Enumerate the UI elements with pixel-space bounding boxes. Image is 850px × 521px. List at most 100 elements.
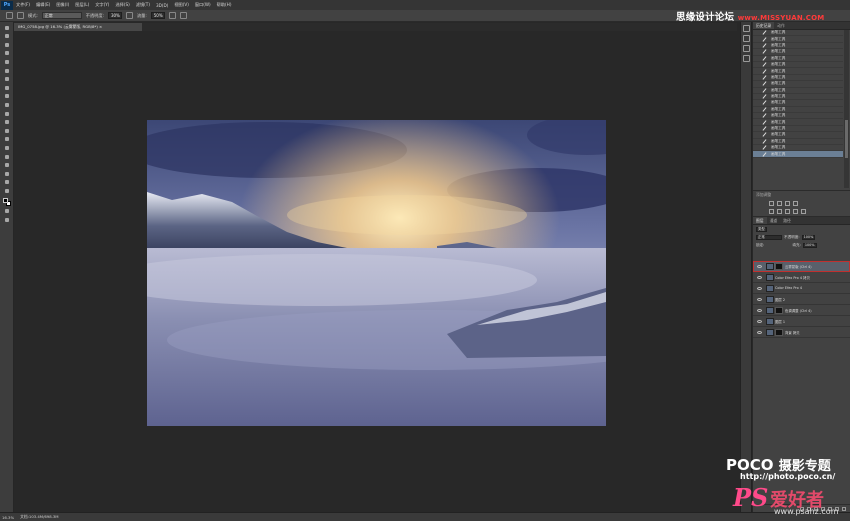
marquee-tool-icon[interactable] [3,33,11,39]
shape-tool-icon[interactable] [3,171,11,177]
pen-tool-icon[interactable] [3,145,11,151]
black-white-adjust-icon[interactable] [793,209,798,214]
brush-panel-icon[interactable] [17,12,24,19]
menu-image[interactable]: 图像(I) [53,2,72,8]
layer-thumbnail [766,262,774,270]
crop-tool-icon[interactable] [3,59,11,65]
menu-layer[interactable]: 图层(L) [72,2,92,8]
tab-paths[interactable]: 路径 [780,217,794,224]
document-tab[interactable]: IMG_0758.jpg @ 16.3% (云雾蒙版, RGB/8*) × [14,23,142,31]
layer-row[interactable]: 背景 拷贝 [753,327,850,338]
eraser-tool-icon[interactable] [3,111,11,117]
brush-tool-icon[interactable] [3,85,11,91]
visibility-eye-icon[interactable] [757,330,762,334]
zoom-tool-icon[interactable] [3,188,11,194]
flow-field[interactable]: 50% [150,12,165,19]
blend-mode-select[interactable]: 正常 [756,234,782,240]
menu-select[interactable]: 选择(S) [112,2,132,8]
layer-mask-thumbnail[interactable] [775,306,783,314]
tab-history[interactable]: 历史记录 [753,22,775,29]
right-panels: 历史记录 动作 画笔工具 画笔工具 画笔工具 画笔工具 画笔工具 画笔工具 画笔工具 画笔工具… [753,22,850,512]
photo-filter-adjust-icon[interactable] [801,209,806,214]
color-balance-adjust-icon[interactable] [785,209,790,214]
status-bar: 16.3% 文档:103.4M/698.3M [0,512,850,521]
menu-window[interactable]: 窗口(W) [192,2,214,8]
layer-row[interactable]: Color Efex Pro 4 [753,283,850,294]
menu-view[interactable]: 视图(V) [171,2,192,8]
mode-select[interactable]: 正常 [41,12,82,19]
delete-layer-icon[interactable] [842,506,846,511]
menu-edit[interactable]: 编辑(E) [33,2,53,8]
levels-adjust-icon[interactable] [777,201,782,206]
layer-row[interactable]: Color Efex Pro 4 拷贝 [753,272,850,283]
quick-select-tool-icon[interactable] [3,50,11,56]
tab-actions[interactable]: 动作 [774,22,788,29]
exposure-adjust-icon[interactable] [793,201,798,206]
curves-adjust-icon[interactable] [785,201,790,206]
visibility-eye-icon[interactable] [757,275,762,279]
paragraph-panel-icon[interactable] [742,55,750,62]
history-item[interactable]: 画笔工具 [753,151,843,158]
move-tool-icon[interactable] [3,25,11,31]
layer-row[interactable]: 色调调整 (Ctrl 4) [753,305,850,316]
layer-row[interactable]: 图层 1 [753,316,850,327]
layer-thumbnail [766,284,774,292]
visibility-eye-icon[interactable] [757,319,762,323]
hue-saturation-adjust-icon[interactable] [777,209,782,214]
history-panel-icon[interactable] [742,25,750,32]
lasso-tool-icon[interactable] [3,42,11,48]
blur-tool-icon[interactable] [3,128,11,134]
pressure-opacity-icon[interactable] [125,12,133,19]
fill-field[interactable]: 100% [802,242,817,248]
visibility-eye-icon[interactable] [757,264,762,268]
menu-file[interactable]: 文件(F) [13,2,33,8]
history-brush-tool-icon[interactable] [3,102,11,108]
stamp-tool-icon[interactable] [3,93,11,99]
opacity-field[interactable]: 30% [107,12,122,19]
gradient-tool-icon[interactable] [3,119,11,125]
zoom-level[interactable]: 16.3% [2,515,14,520]
layer-opacity-field[interactable]: 100% [801,234,816,240]
properties-panel-icon[interactable] [742,35,750,42]
brightness-adjust-icon[interactable] [769,201,774,206]
menu-3d[interactable]: 3D(D) [153,3,171,8]
layer-name: 云雾蒙版 (Ctrl 4) [785,264,812,269]
path-select-tool-icon[interactable] [3,162,11,168]
history-scroll-thumb[interactable] [845,120,848,158]
visibility-eye-icon[interactable] [757,286,762,290]
tab-channels[interactable]: 通道 [767,217,781,224]
visibility-eye-icon[interactable] [757,308,762,312]
airbrush-icon[interactable] [168,12,176,19]
menu-type[interactable]: 文字(Y) [92,2,112,8]
canvas-photo[interactable] [147,120,606,426]
hand-tool-icon[interactable] [3,179,11,185]
vibrance-adjust-icon[interactable] [769,209,774,214]
quick-mask-icon[interactable] [3,208,11,214]
layer-row[interactable]: 云雾蒙版 (Ctrl 4) [753,261,850,272]
layer-mask-thumbnail[interactable] [775,328,783,336]
menu-filter[interactable]: 滤镜(T) [133,2,153,8]
brush-icon [762,94,767,99]
layer-mask-thumbnail[interactable] [775,262,783,270]
layer-kind-select[interactable]: 类型 [756,226,767,232]
type-tool-icon[interactable] [3,154,11,160]
tab-layers[interactable]: 图层 [753,217,767,224]
layer-thumbnail [766,306,774,314]
dodge-tool-icon[interactable] [3,136,11,142]
pressure-size-icon[interactable] [179,12,187,19]
brush-preset-icon[interactable] [6,12,13,19]
eyedropper-tool-icon[interactable] [3,68,11,74]
menu-help[interactable]: 帮助(H) [214,2,235,8]
visibility-eye-icon[interactable] [757,297,762,301]
history-item-label: 画笔工具 [771,132,786,137]
history-scrollbar[interactable] [844,30,849,188]
screen-mode-icon[interactable] [3,217,11,223]
history-list: 画笔工具 画笔工具 画笔工具 画笔工具 画笔工具 画笔工具 画笔工具 画笔工具 画笔工具 画笔工具… [753,30,843,188]
history-panel-tabs: 历史记录 动作 [753,22,850,30]
healing-tool-icon[interactable] [3,76,11,82]
watermark-top-cn: 思缘设计论坛 [676,12,735,23]
layer-row[interactable]: 图层 2 [753,294,850,305]
character-panel-icon[interactable] [742,45,750,52]
color-swatches[interactable] [2,197,11,206]
fill-label: 填充: [792,242,801,247]
